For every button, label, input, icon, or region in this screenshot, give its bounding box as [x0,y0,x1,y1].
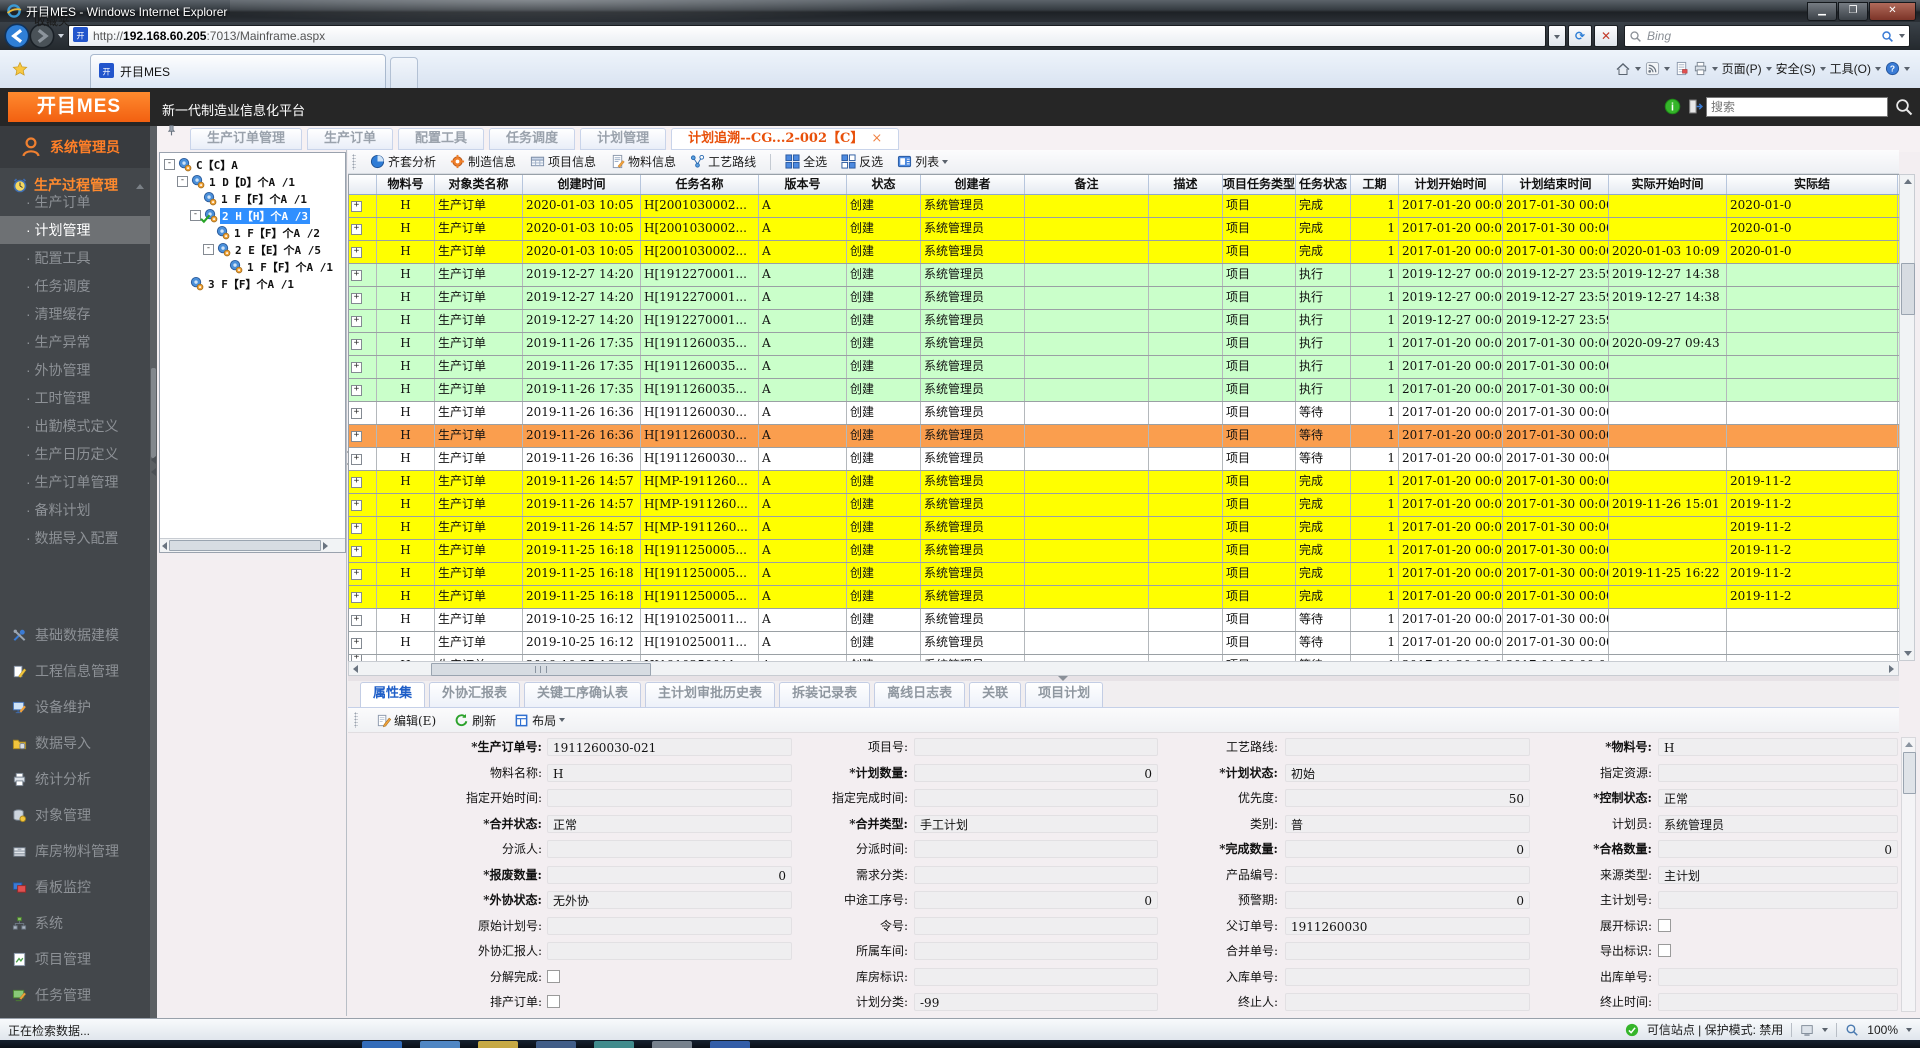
form-label: *合格数量: [1462,839,1652,859]
form-checkbox[interactable] [547,995,560,1008]
form-label: *计划数量: [718,763,908,783]
form-label: 令号: [718,916,908,936]
taskbar-app-icon[interactable] [536,1041,576,1048]
form-label: 指定开始时间: [350,788,542,808]
form-label: 分派人: [350,839,542,859]
zoom-level[interactable]: 100% [1867,1023,1898,1037]
form-label: 库房标识: [718,967,908,987]
form-input[interactable] [1658,993,1898,1011]
form-label: 计划员: [1462,814,1652,834]
scroll-up-icon[interactable] [1901,739,1916,750]
form-label: 计划分类: [718,992,908,1012]
page-mode-icon[interactable] [1800,1023,1814,1037]
form-label: 工艺路线: [1088,737,1278,757]
security-zone-label: 可信站点 | 保护模式: 禁用 [1647,1021,1783,1038]
zoom-icon[interactable] [1845,1023,1859,1037]
form-label: 父订单号: [1088,916,1278,936]
taskbar-app-icon[interactable] [420,1041,460,1048]
form-input[interactable] [1658,764,1898,782]
form-label: 导出标识: [1462,941,1652,961]
form-label: 分派时间: [718,839,908,859]
status-text: 正在检索数据... [8,1022,90,1039]
form-input[interactable] [1658,968,1898,986]
status-right: 可信站点 | 保护模式: 禁用 100% [1625,1021,1912,1038]
form-label: 展开标识: [1462,916,1652,936]
form-label: *报废数量: [350,865,542,885]
form-label: *物料号: [1462,737,1652,757]
form-checkbox[interactable] [1658,944,1671,957]
form-input[interactable]: 正常 [1658,789,1898,807]
form-label: 终止人: [1088,992,1278,1012]
form-label: 需求分类: [718,865,908,885]
form-label: 预警期: [1088,890,1278,910]
form-label: 类别: [1088,814,1278,834]
form-label: 项目号: [718,737,908,757]
form-label: *完成数量: [1088,839,1278,859]
form-label: 原始计划号: [350,916,542,936]
taskbar-app-icon[interactable] [710,1041,750,1048]
taskbar-app-icon[interactable] [652,1041,692,1048]
form-label: 入库单号: [1088,967,1278,987]
form-vscrollbar[interactable] [1901,737,1916,1012]
form-label: 中途工序号: [718,890,908,910]
form-label: *计划状态: [1088,763,1278,783]
form-label: 所属车间: [718,941,908,961]
taskbar-app-icon[interactable] [594,1041,634,1048]
form-label: *控制状态: [1462,788,1652,808]
form-input[interactable]: H [1658,738,1898,756]
form-checkbox[interactable] [1658,919,1671,932]
form-label: 来源类型: [1462,865,1652,885]
taskbar-app-icon[interactable] [362,1041,402,1048]
form-label: *外协状态: [350,890,542,910]
form-label: 外协汇报人: [350,941,542,961]
taskbar-app-icon[interactable] [478,1041,518,1048]
trusted-site-icon [1625,1023,1639,1037]
form-label: 分解完成: [350,967,542,987]
windows-taskbar[interactable] [0,1040,1920,1048]
form-label: *合并类型: [718,814,908,834]
form-label: 合并单号: [1088,941,1278,961]
zoom-dropdown-icon[interactable] [1906,1028,1912,1032]
form-label: *生产订单号: [350,737,542,757]
mode-dropdown-icon[interactable] [1822,1028,1828,1032]
form-input[interactable] [1658,891,1898,909]
ie-window: 开目MES - Windows Internet Explorer ▁ ❐ ✕ … [0,0,1920,1048]
form-label: 指定资源: [1462,763,1652,783]
form-input[interactable]: 0 [1658,840,1898,858]
form-label: *合并状态: [350,814,542,834]
form-label: 终止时间: [1462,992,1652,1012]
form-label: 指定完成时间: [718,788,908,808]
form-label: 出库单号: [1462,967,1652,987]
form-label: 排产订单: [350,992,542,1012]
form-input[interactable]: 系统管理员 [1658,815,1898,833]
form-label: 主计划号: [1462,890,1652,910]
form-input[interactable]: 主计划 [1658,866,1898,884]
property-form: *生产订单号:1911260030-021物料名称:H指定开始时间:*合并状态:… [0,0,1920,1048]
form-label: 优先度: [1088,788,1278,808]
form-checkbox[interactable] [547,970,560,983]
form-label: 产品编号: [1088,865,1278,885]
form-label: 物料名称: [350,763,542,783]
form-vscroll-thumb[interactable] [1903,752,1916,794]
